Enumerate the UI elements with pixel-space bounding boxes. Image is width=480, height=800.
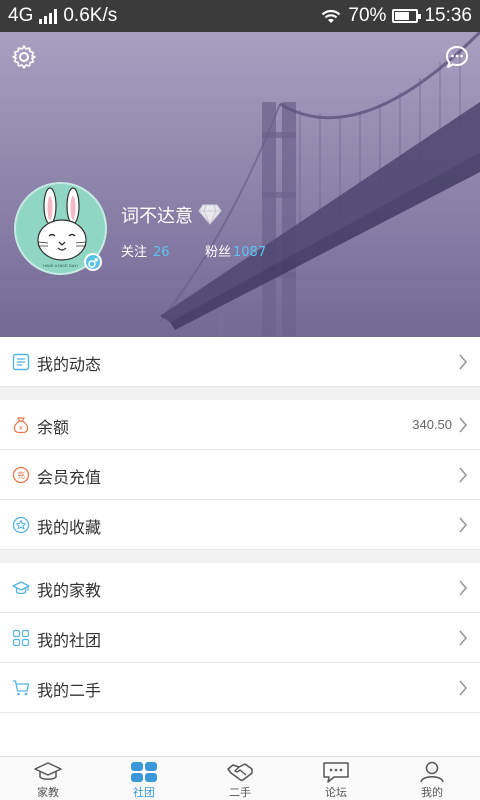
section-divider <box>0 387 480 400</box>
menu-item-favorites[interactable]: 我的收藏 <box>0 500 480 550</box>
wifi-icon <box>322 9 341 23</box>
menu-item-label: 我的社团 <box>37 631 102 650</box>
menu-item-label: 我的二手 <box>37 681 102 700</box>
star-icon <box>12 516 30 534</box>
fans-stat[interactable]: 粉丝 1087 <box>205 241 266 260</box>
feed-icon <box>12 353 30 371</box>
following-stat[interactable]: 关注 26 <box>121 241 170 260</box>
chevron-right-icon <box>459 354 468 370</box>
battery-percent: 70% <box>348 5 387 26</box>
menu-item-balance[interactable]: ¥ 余额 340.50 <box>0 400 480 450</box>
menu-item-label: 会员充值 <box>37 468 102 487</box>
tab-mine[interactable]: 我的 <box>384 757 480 800</box>
money-bag-icon: ¥ <box>13 417 29 434</box>
svg-text:充: 充 <box>17 470 25 480</box>
menu-item-label: 我的家教 <box>37 581 102 600</box>
svg-text:¥: ¥ <box>19 424 23 432</box>
graduation-cap-icon <box>34 762 62 780</box>
male-gender-icon <box>84 253 102 271</box>
network-type: 4G <box>8 5 34 26</box>
menu-item-label: 余额 <box>37 418 70 437</box>
balance-amount: 340.50 <box>412 417 452 432</box>
tab-label: 论坛 <box>325 786 347 799</box>
tab-label: 家教 <box>37 786 59 799</box>
menu-item-my-tutoring[interactable]: 我的家教 <box>0 563 480 613</box>
graduation-cap-icon <box>12 581 30 595</box>
tab-label: 社团 <box>133 786 155 799</box>
tab-tutoring[interactable]: 家教 <box>0 757 96 800</box>
chat-icon <box>323 762 349 783</box>
battery-icon <box>392 9 422 23</box>
person-icon <box>420 761 444 783</box>
tab-secondhand[interactable]: 二手 <box>192 757 288 800</box>
settings-gear-icon[interactable] <box>11 44 37 70</box>
chevron-right-icon <box>459 680 468 696</box>
chevron-right-icon <box>459 467 468 483</box>
bottom-tab-bar: 家教 社团 二手 论坛 我的 <box>0 756 480 800</box>
grid-icon <box>12 629 30 647</box>
recharge-icon: 充 <box>12 466 30 484</box>
handshake-icon <box>227 763 253 781</box>
menu-item-label: 我的收藏 <box>37 518 102 537</box>
menu-item-my-feed[interactable]: 我的动态 <box>0 337 480 387</box>
menu-item-my-clubs[interactable]: 我的社团 <box>0 613 480 663</box>
fans-count: 1087 <box>233 245 267 260</box>
profile-header: HAVE A NICE DAY! 词不达意 关注 26 粉丝 1087 <box>0 32 480 337</box>
chevron-right-icon <box>459 417 468 433</box>
menu-item-membership-recharge[interactable]: 充 会员充值 <box>0 450 480 500</box>
menu-list: 我的动态 ¥ 余额 340.50 充 会员充值 我的收藏 我的家教 我的社团 我… <box>0 337 480 713</box>
tab-clubs[interactable]: 社团 <box>96 757 192 800</box>
username: 词不达意 <box>121 206 193 227</box>
tab-label: 二手 <box>229 786 251 799</box>
diamond-vip-icon <box>198 204 222 225</box>
menu-item-my-secondhand[interactable]: 我的二手 <box>0 663 480 713</box>
status-bar: 4G 0.6K/s 70% 15:36 <box>0 0 480 32</box>
fans-label: 粉丝 <box>205 245 232 260</box>
following-label: 关注 <box>121 245 148 260</box>
message-bubble-icon[interactable] <box>444 44 470 70</box>
chevron-right-icon <box>459 580 468 596</box>
tab-label: 我的 <box>421 786 443 799</box>
chevron-right-icon <box>459 517 468 533</box>
menu-item-label: 我的动态 <box>37 355 102 374</box>
network-speed: 0.6K/s <box>63 5 118 26</box>
section-divider <box>0 550 480 563</box>
signal-icon <box>39 8 58 24</box>
grid-icon <box>131 762 157 782</box>
chevron-right-icon <box>459 630 468 646</box>
clock: 15:36 <box>424 5 472 26</box>
cart-icon <box>13 680 30 696</box>
following-count: 26 <box>153 245 170 260</box>
tab-forum[interactable]: 论坛 <box>288 757 384 800</box>
